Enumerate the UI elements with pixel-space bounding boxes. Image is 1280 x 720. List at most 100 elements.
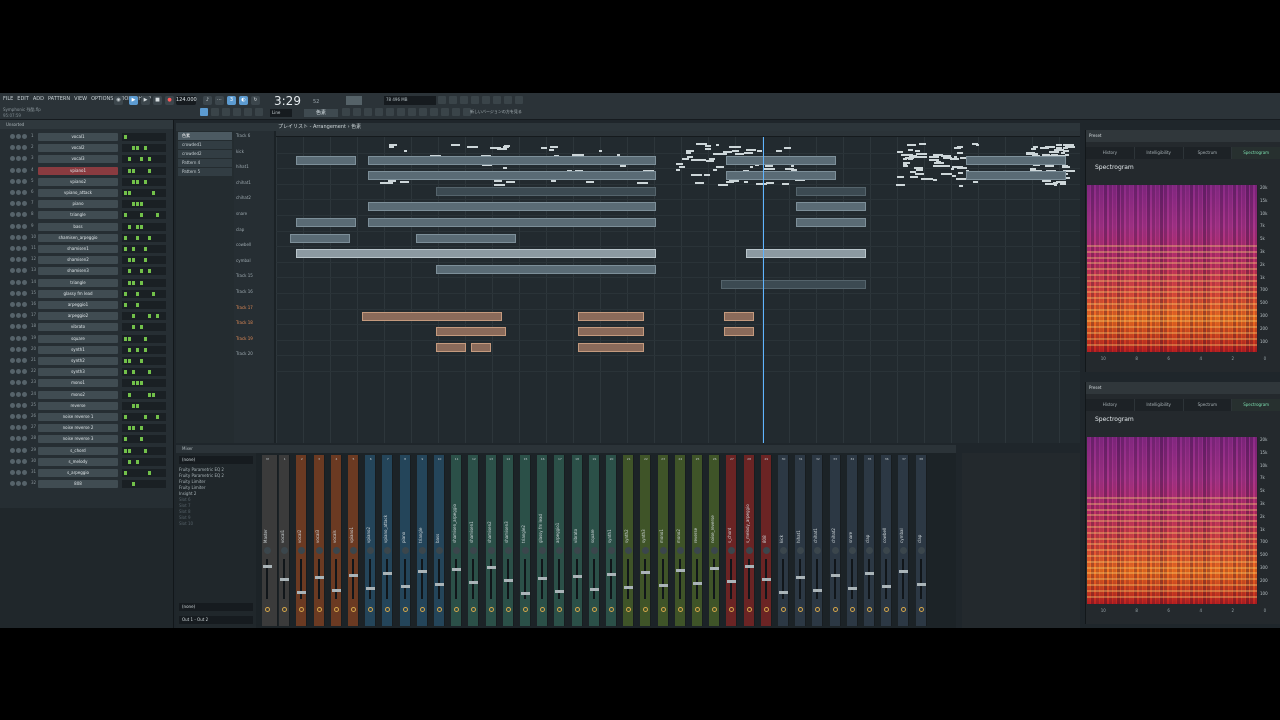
mixer-strip[interactable]: 27 s_chord — [726, 455, 738, 626]
mixer-strip[interactable]: 28 s_melody_arpeggio — [743, 455, 755, 626]
playlist-clip[interactable] — [368, 218, 656, 227]
channel-button-icon[interactable] — [22, 134, 27, 139]
channel-row[interactable]: 8 triangle — [4, 210, 170, 220]
step-on[interactable] — [140, 157, 143, 162]
melody-note[interactable] — [686, 151, 691, 154]
channel-button-icon[interactable] — [10, 324, 15, 330]
volume-fader-cap[interactable] — [349, 574, 358, 577]
channel-row[interactable]: 24 mono2 — [4, 390, 170, 400]
melody-note[interactable] — [1064, 150, 1070, 153]
step-on[interactable] — [156, 415, 159, 419]
playlist-icon[interactable] — [482, 96, 490, 104]
melody-note[interactable] — [757, 150, 763, 153]
playlist-clip[interactable] — [724, 327, 754, 337]
pan-knob[interactable] — [332, 547, 340, 554]
melody-note[interactable] — [971, 143, 978, 146]
channel-button-icon[interactable] — [16, 268, 21, 274]
volume-fader-cap[interactable] — [710, 567, 720, 570]
volume-fader-track[interactable] — [816, 559, 819, 599]
melody-note[interactable] — [692, 158, 705, 161]
channel-name[interactable]: shamisen2 — [38, 256, 118, 265]
step-on[interactable] — [128, 157, 131, 162]
channel-name[interactable]: vocal2 — [38, 144, 118, 153]
mixer-strip[interactable]: 9 triangle — [416, 455, 428, 626]
playlist-clip[interactable] — [416, 233, 516, 243]
rack-icon[interactable] — [471, 96, 479, 104]
melody-note[interactable] — [915, 153, 928, 156]
step-on[interactable] — [156, 314, 159, 319]
channel-button-icon[interactable] — [22, 369, 27, 375]
pattern-selector[interactable]: 色素 — [304, 109, 338, 117]
melody-note[interactable] — [713, 153, 721, 156]
mixer-strip[interactable]: 3 vocal3 — [313, 455, 325, 626]
route-button-icon[interactable] — [832, 607, 838, 612]
channel-name[interactable]: triangle — [38, 211, 118, 220]
mixer-strip[interactable]: 26 noise_reverse — [709, 455, 721, 626]
step-on[interactable] — [136, 179, 139, 184]
pan-knob[interactable] — [694, 547, 701, 554]
route-button-icon[interactable] — [488, 607, 494, 612]
step-on[interactable] — [132, 146, 135, 151]
mixer-output[interactable]: Out 1 - Out 2 — [179, 616, 253, 624]
channel-button-icon[interactable] — [10, 234, 15, 240]
step-on[interactable] — [140, 280, 143, 285]
track-header[interactable]: Track 6 — [236, 133, 272, 148]
channel-button-icon[interactable] — [22, 234, 27, 240]
metronome-icon[interactable]: ♪ — [203, 96, 212, 105]
step-on[interactable] — [140, 381, 143, 386]
channel-row[interactable]: 25 reverse — [4, 401, 170, 411]
mixer-strip[interactable]: 32 chihat1 — [812, 455, 824, 626]
step-sequencer[interactable] — [122, 345, 166, 354]
step-on[interactable] — [124, 370, 127, 375]
playlist-clip[interactable] — [296, 155, 356, 165]
channel-button-icon[interactable] — [16, 212, 21, 218]
channel-button-icon[interactable] — [10, 346, 15, 352]
loop-record-icon[interactable]: ↻ — [251, 96, 260, 105]
channel-button-icon[interactable] — [16, 145, 21, 151]
mixer-strip[interactable]: 10 bass — [434, 455, 445, 626]
route-button-icon[interactable] — [402, 607, 408, 612]
channel-button-icon[interactable] — [22, 358, 27, 363]
melody-note[interactable] — [956, 178, 966, 181]
step-sequencer[interactable] — [122, 177, 166, 186]
track-header[interactable]: chihat2 — [236, 195, 272, 210]
step-sequencer[interactable] — [122, 357, 166, 365]
step-on[interactable] — [128, 269, 131, 274]
channel-button-icon[interactable] — [16, 458, 21, 464]
route-button-icon[interactable] — [729, 607, 735, 612]
route-button-icon[interactable] — [523, 607, 528, 612]
melody-note[interactable] — [784, 147, 791, 150]
step-sequencer[interactable] — [122, 144, 166, 153]
channel-row[interactable]: 1 vocal1 — [4, 132, 170, 142]
track-header[interactable]: chihat1 — [236, 180, 272, 195]
step-on[interactable] — [152, 191, 155, 195]
mixer-strip[interactable]: 18 vibrato — [571, 455, 583, 626]
track-header[interactable]: Track 16 — [236, 289, 272, 304]
melody-note[interactable] — [389, 145, 394, 148]
route-button-icon[interactable] — [454, 607, 460, 612]
melody-note[interactable] — [921, 177, 934, 180]
mixer-icon[interactable] — [449, 96, 457, 104]
step-on[interactable] — [132, 426, 135, 431]
melody-note[interactable] — [540, 146, 548, 149]
mixer-strip[interactable]: 22 synth3 — [640, 455, 652, 626]
channel-name[interactable]: s_arpeggio — [38, 469, 118, 477]
channel-name[interactable]: bass — [38, 222, 118, 231]
arrangement-grid[interactable] — [276, 131, 1080, 443]
melody-note[interactable] — [682, 158, 690, 161]
track-header[interactable]: Track 20 — [236, 351, 272, 366]
melody-note[interactable] — [695, 181, 704, 184]
route-button-icon[interactable] — [884, 607, 890, 612]
step-on[interactable] — [144, 448, 147, 453]
channel-row[interactable]: 18 vibrato — [4, 322, 170, 332]
channel-row[interactable]: 30 s_melody — [4, 457, 170, 467]
pan-knob[interactable] — [659, 547, 667, 554]
melody-note[interactable] — [940, 155, 952, 158]
step-on[interactable] — [132, 314, 135, 319]
step-on[interactable] — [128, 359, 131, 363]
melody-note[interactable] — [907, 149, 914, 152]
volume-fader-track[interactable] — [627, 559, 630, 599]
step-sequencer[interactable] — [122, 312, 166, 321]
channel-button-icon[interactable] — [16, 402, 21, 408]
route-button-icon[interactable] — [918, 607, 924, 612]
